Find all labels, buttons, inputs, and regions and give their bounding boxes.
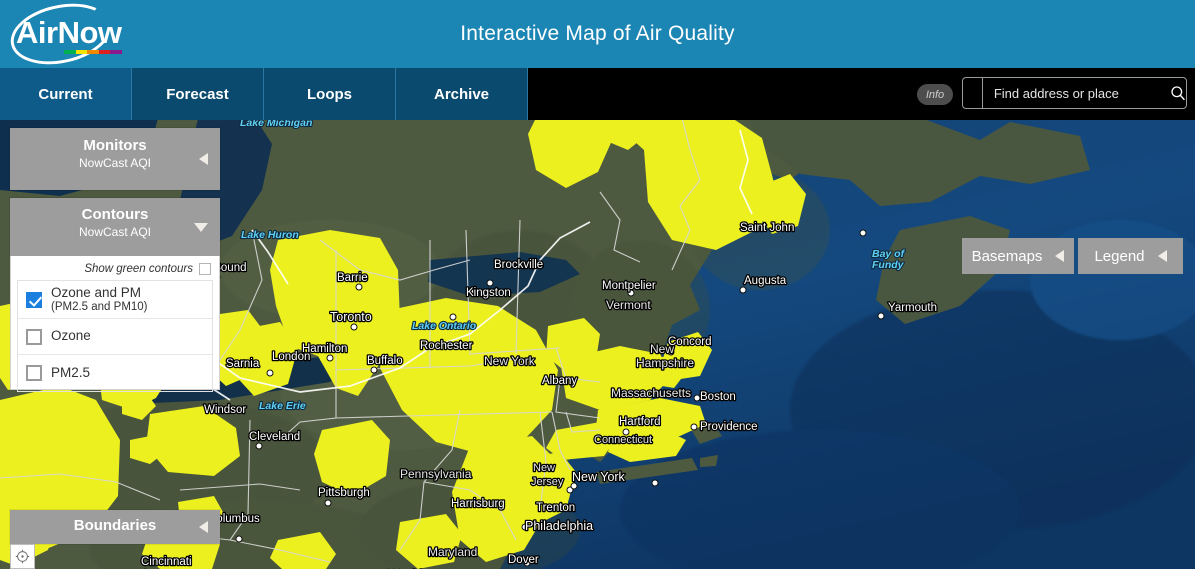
page-header: AirNow Interactive Map of Air Quality xyxy=(0,0,1195,73)
svg-text:Montpelier: Montpelier xyxy=(602,280,656,292)
svg-text:Trenton: Trenton xyxy=(536,502,575,514)
show-green-contours-row[interactable]: Show green contours xyxy=(17,260,213,278)
basemaps-label: Basemaps xyxy=(971,247,1043,265)
collapse-left-arrow-icon[interactable] xyxy=(199,153,208,165)
airnow-logo[interactable]: AirNow xyxy=(2,0,134,73)
svg-text:Rochester: Rochester xyxy=(420,340,473,352)
tab-current[interactable]: Current xyxy=(0,68,132,120)
contours-panel-body: Show green contours Ozone and PM (PM2.5 … xyxy=(10,256,220,392)
monitors-panel-header[interactable]: Monitors NowCast AQI xyxy=(10,128,220,190)
svg-text:Hampshire: Hampshire xyxy=(636,356,694,370)
page-title: Interactive Map of Air Quality xyxy=(460,22,735,45)
svg-text:New: New xyxy=(533,462,555,474)
boundaries-panel-header[interactable]: Boundaries xyxy=(10,510,220,544)
contours-panel-header[interactable]: Contours NowCast AQI xyxy=(10,198,220,256)
show-green-contours-checkbox[interactable] xyxy=(199,263,211,275)
show-green-contours-label: Show green contours xyxy=(84,263,193,275)
svg-text:Boston: Boston xyxy=(700,391,736,403)
pm25-label: PM2.5 xyxy=(51,364,91,380)
search-submit-button[interactable] xyxy=(1170,78,1186,108)
contours-title: Contours xyxy=(81,206,149,223)
tab-archive[interactable]: Archive xyxy=(396,68,528,120)
svg-text:Buffalo: Buffalo xyxy=(367,355,403,367)
svg-text:Augusta: Augusta xyxy=(744,275,787,287)
svg-text:Harrisburg: Harrisburg xyxy=(451,498,505,510)
ozone-and-pm-checkbox[interactable] xyxy=(26,291,42,308)
contour-option-ozone-and-pm[interactable]: Ozone and PM (PM2.5 and PM10) xyxy=(18,281,212,319)
ozone-checkbox[interactable] xyxy=(26,328,42,345)
svg-text:Cleveland: Cleveland xyxy=(249,431,300,443)
svg-text:Albany: Albany xyxy=(542,375,577,387)
svg-text:Hartford: Hartford xyxy=(619,416,661,428)
legend-button[interactable]: Legend xyxy=(1078,238,1183,274)
search-input[interactable] xyxy=(982,78,1170,108)
search-icon xyxy=(1171,86,1185,101)
svg-text:London: London xyxy=(272,351,310,363)
contour-option-ozone[interactable]: Ozone xyxy=(18,319,212,355)
tab-loops[interactable]: Loops xyxy=(264,68,396,120)
svg-text:Philadelphia: Philadelphia xyxy=(525,519,593,533)
ozone-label: Ozone xyxy=(51,328,91,344)
aqi-color-bar-icon xyxy=(64,50,122,54)
svg-text:Kingston: Kingston xyxy=(466,287,511,299)
nav-tabs: Current Forecast Loops Archive xyxy=(0,68,528,120)
boundaries-title: Boundaries xyxy=(73,517,157,534)
svg-text:Barrie: Barrie xyxy=(337,272,368,284)
collapse-left-arrow-icon xyxy=(1157,250,1167,262)
svg-text:Connecticut: Connecticut xyxy=(594,434,652,446)
basemaps-button[interactable]: Basemaps xyxy=(962,238,1074,274)
svg-text:Windsor: Windsor xyxy=(204,404,246,416)
collapse-left-arrow-icon[interactable] xyxy=(199,521,208,533)
contours-subtitle: NowCast AQI xyxy=(78,224,152,239)
contour-options-list: Ozone and PM (PM2.5 and PM10) Ozone PM2.… xyxy=(17,280,213,392)
svg-text:Cincinnati: Cincinnati xyxy=(141,556,192,568)
ozone-and-pm-label: Ozone and PM xyxy=(51,285,142,301)
svg-text:Brockville: Brockville xyxy=(494,259,543,271)
svg-text:Yarmouth: Yarmouth xyxy=(888,302,937,314)
svg-text:Pittsburgh: Pittsburgh xyxy=(318,487,370,499)
svg-text:New York: New York xyxy=(484,354,536,368)
svg-text:Lake Huron: Lake Huron xyxy=(241,229,299,241)
svg-text:Pennsylvania: Pennsylvania xyxy=(400,467,472,481)
compass-icon xyxy=(15,549,30,564)
svg-text:New York: New York xyxy=(572,470,626,484)
legend-label: Legend xyxy=(1094,247,1145,265)
expand-down-arrow-icon[interactable] xyxy=(194,223,208,232)
info-button[interactable]: Info xyxy=(917,84,953,105)
contour-option-pm25[interactable]: PM2.5 xyxy=(18,355,212,391)
svg-text:Vermont: Vermont xyxy=(606,298,651,312)
pm25-checkbox[interactable] xyxy=(26,365,42,381)
svg-text:Fundy: Fundy xyxy=(872,259,905,271)
tab-forecast[interactable]: Forecast xyxy=(132,68,264,120)
logo-text: AirNow xyxy=(16,15,122,50)
monitors-title: Monitors xyxy=(83,137,147,154)
airnow-interactive-map-page: Lake Michigan Lake Michigan Lake Huron L… xyxy=(0,0,1195,569)
svg-text:Maryland: Maryland xyxy=(428,545,477,559)
svg-text:Jersey: Jersey xyxy=(531,476,564,488)
ozone-and-pm-sublabel: (PM2.5 and PM10) xyxy=(51,300,148,313)
svg-text:Providence: Providence xyxy=(700,421,758,433)
search-source-dropdown[interactable] xyxy=(963,78,983,108)
svg-text:Concord: Concord xyxy=(668,336,711,348)
chevron-down-icon xyxy=(966,90,978,97)
svg-text:Sarnia: Sarnia xyxy=(226,358,260,370)
locate-button[interactable] xyxy=(10,544,35,569)
map-canvas[interactable]: Lake Michigan Lake Michigan Lake Huron L… xyxy=(0,110,1195,569)
svg-text:Lake Ontario: Lake Ontario xyxy=(412,320,477,332)
svg-text:Massachusetts: Massachusetts xyxy=(611,386,691,400)
svg-text:Lake Erie: Lake Erie xyxy=(259,400,306,412)
svg-text:New: New xyxy=(650,342,674,356)
svg-text:Dover: Dover xyxy=(508,554,539,566)
search-bar[interactable] xyxy=(962,77,1187,109)
collapse-left-arrow-icon xyxy=(1055,250,1065,262)
svg-text:Toronto: Toronto xyxy=(330,310,372,324)
monitors-subtitle: NowCast AQI xyxy=(78,155,152,170)
